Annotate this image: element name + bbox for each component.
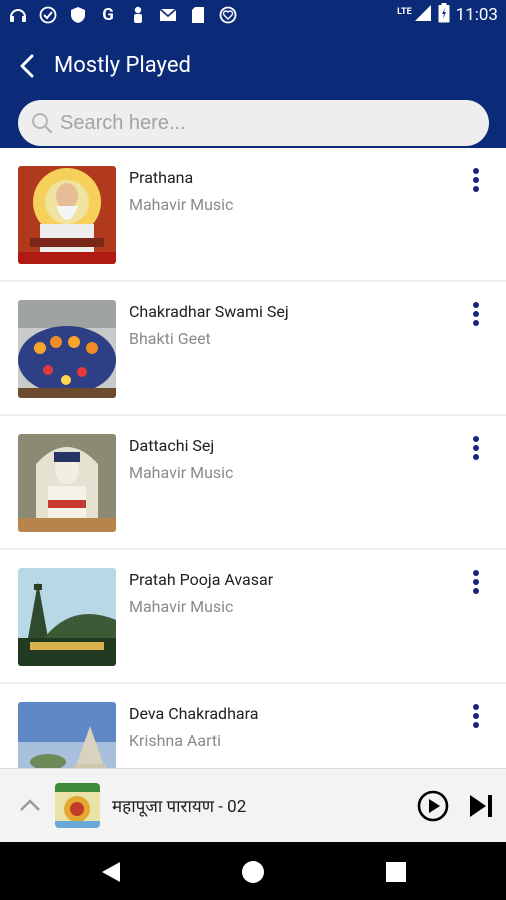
search-input[interactable]: [60, 111, 460, 135]
song-artist: Mahavir Music: [129, 463, 234, 482]
song-row-pratah-pooja-avasar[interactable]: Pratah Pooja Avasar Mahavir Music: [0, 550, 506, 682]
back-button[interactable]: [12, 50, 44, 82]
skip-next-button[interactable]: [466, 791, 496, 821]
song-thumbnail: [18, 166, 116, 264]
search-icon: [32, 113, 53, 134]
status-bar: G LTE 11:03: [0, 0, 506, 30]
page-title: Mostly Played: [54, 53, 191, 78]
more-vert-icon: [473, 570, 479, 594]
notification-icons: G: [8, 5, 238, 25]
shield-icon: [68, 5, 88, 25]
song-row-deva-chakradhara[interactable]: Deva Chakradhara Krishna Aarti: [0, 684, 506, 768]
mini-player[interactable]: महापूजा पारायण - 02: [0, 768, 506, 842]
app-bar: Mostly Played: [0, 30, 506, 148]
more-options-button[interactable]: [466, 166, 486, 194]
google-icon: G: [102, 5, 114, 25]
nav-recents-button[interactable]: [381, 857, 411, 887]
system-status: LTE 11:03: [397, 2, 498, 28]
mail-icon: [158, 5, 178, 25]
skip-next-icon: [470, 795, 492, 817]
sd-card-icon: [188, 5, 208, 25]
song-title: Chakradhar Swami Sej: [129, 302, 289, 321]
song-title: Deva Chakradhara: [129, 704, 259, 723]
song-row-dattachi-sej[interactable]: Dattachi Sej Mahavir Music: [0, 416, 506, 548]
more-vert-icon: [473, 168, 479, 192]
song-title: Prathana: [129, 168, 194, 187]
song-thumbnail: [18, 568, 116, 666]
back-arrow-icon: [20, 54, 34, 78]
more-vert-icon: [473, 302, 479, 326]
signal-icon: [414, 4, 432, 27]
now-playing-title: महापूजा पारायण - 02: [112, 797, 247, 817]
more-options-button[interactable]: [466, 434, 486, 462]
song-artist: Bhakti Geet: [129, 329, 211, 348]
song-row-chakradhar-swami-sej[interactable]: Chakradhar Swami Sej Bhakti Geet: [0, 282, 506, 414]
song-title: Pratah Pooja Avasar: [129, 570, 274, 589]
network-label: LTE: [397, 6, 412, 17]
play-circle-icon: [417, 790, 449, 822]
nav-home-icon: [242, 861, 264, 883]
nav-back-button[interactable]: [96, 857, 126, 887]
battery-icon: [438, 2, 450, 28]
clock: 11:03: [455, 5, 498, 25]
song-artist: Mahavir Music: [129, 195, 234, 214]
system-nav-bar: [0, 842, 506, 900]
song-title: Dattachi Sej: [129, 436, 215, 455]
more-options-button[interactable]: [466, 568, 486, 596]
check-circle-icon: [38, 5, 58, 25]
nav-back-icon: [102, 862, 120, 882]
nav-home-button[interactable]: [238, 857, 268, 887]
chevron-up-icon: [20, 799, 40, 811]
song-row-prathana[interactable]: Prathana Mahavir Music: [0, 148, 506, 280]
heart-circle-icon: [218, 5, 238, 25]
headset-icon: [8, 5, 28, 25]
search-bar[interactable]: [18, 100, 489, 146]
more-options-button[interactable]: [466, 300, 486, 328]
song-thumbnail: [18, 300, 116, 398]
song-thumbnail: [18, 434, 116, 532]
expand-player-button[interactable]: [16, 791, 44, 819]
song-artist: Krishna Aarti: [129, 731, 222, 750]
song-list: Prathana Mahavir Music Chakradhar Swami …: [0, 148, 506, 768]
song-artist: Mahavir Music: [129, 597, 234, 616]
play-button[interactable]: [416, 789, 450, 823]
song-thumbnail: [18, 702, 116, 768]
person-icon: [128, 5, 148, 25]
more-vert-icon: [473, 436, 479, 460]
now-playing-thumbnail: [55, 783, 100, 828]
more-vert-icon: [473, 704, 479, 728]
more-options-button[interactable]: [466, 702, 486, 730]
nav-recents-icon: [386, 862, 406, 882]
